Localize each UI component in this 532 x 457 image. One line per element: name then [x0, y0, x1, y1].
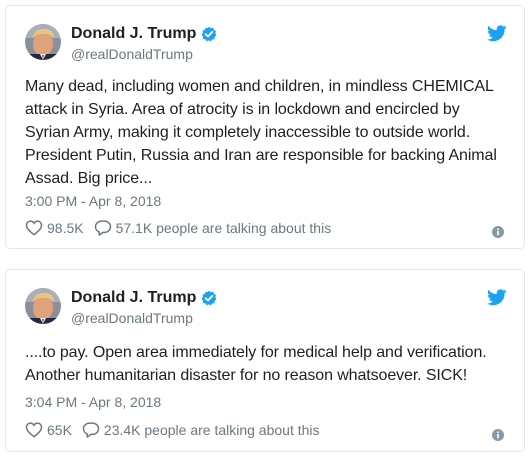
like-count[interactable]: 65K [47, 422, 72, 438]
speech-bubble-icon[interactable] [94, 219, 112, 236]
author-row: Donald J. Trump [71, 289, 217, 307]
heart-icon[interactable] [25, 421, 43, 438]
twitter-bird-icon[interactable] [487, 25, 507, 42]
author-name[interactable]: Donald J. Trump [71, 289, 196, 307]
author-row: Donald J. Trump [71, 25, 217, 43]
tweet-actions: 98.5K 57.1K people are talking about thi… [25, 219, 331, 236]
avatar[interactable] [25, 24, 61, 60]
author-name[interactable]: Donald J. Trump [71, 25, 196, 43]
verified-badge-icon [201, 290, 217, 306]
tweet-card[interactable]: Donald J. Trump @realDonaldTrump ....to … [5, 269, 525, 452]
twitter-bird-icon[interactable] [487, 289, 507, 306]
talking-count[interactable]: 23.4K people are talking about this [104, 422, 320, 438]
tweet-timestamp[interactable]: 3:00 PM - Apr 8, 2018 [25, 193, 161, 209]
tweet-card[interactable]: Donald J. Trump @realDonaldTrump Many de… [5, 5, 525, 249]
info-icon[interactable] [492, 225, 504, 238]
talking-count[interactable]: 57.1K people are talking about this [116, 220, 332, 236]
info-icon[interactable] [492, 428, 504, 441]
tweet-timestamp[interactable]: 3:04 PM - Apr 8, 2018 [25, 394, 161, 410]
author-handle[interactable]: @realDonaldTrump [71, 46, 193, 62]
verified-badge-icon [201, 26, 217, 42]
tweet-text: ....to pay. Open area immediately for me… [25, 344, 487, 384]
avatar[interactable] [25, 288, 61, 324]
like-count[interactable]: 98.5K [47, 220, 84, 236]
speech-bubble-icon[interactable] [82, 421, 100, 438]
author-handle[interactable]: @realDonaldTrump [71, 310, 193, 326]
heart-icon[interactable] [25, 219, 43, 236]
tweet-text: Many dead, including women and children,… [25, 78, 497, 187]
tweet-actions: 65K 23.4K people are talking about this [25, 421, 320, 438]
